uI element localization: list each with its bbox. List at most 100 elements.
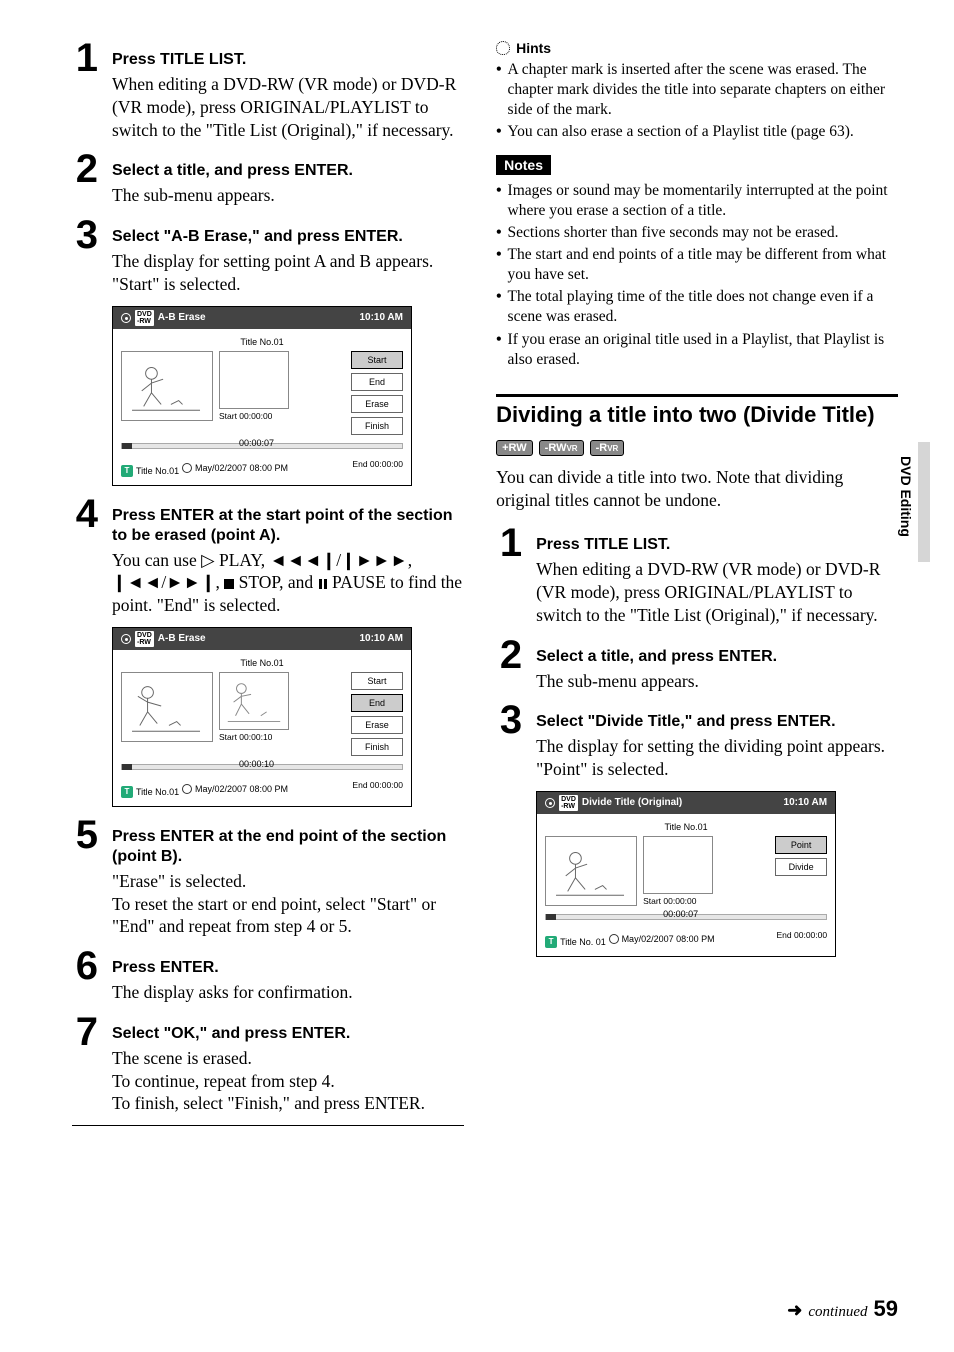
left-column: 1 Press TITLE LIST. When editing a DVD-R… [72, 40, 464, 1126]
step-heading: Press ENTER at the start point of the se… [112, 506, 464, 546]
ss-title-badge-text: Title No.01 [136, 787, 179, 797]
disc-badge-minus-rw-vr: -RWVR [539, 440, 584, 456]
note-item: The start and end points of a title may … [508, 245, 898, 285]
step-heading: Select "Divide Title," and press ENTER. [536, 712, 898, 732]
play-icon: ▷ [201, 550, 214, 570]
ss-header-title: A-B Erase [158, 312, 206, 323]
step-number: 2 [496, 637, 522, 693]
ss-date: May/02/2007 08:00 PM [195, 784, 288, 794]
next-icon: ►►❙ [166, 572, 215, 592]
ss-bar-time: 00:00:07 [663, 909, 698, 919]
disc-icon [121, 313, 131, 323]
continued-label: continued [808, 1304, 867, 1321]
right-column: Hints A chapter mark is inserted after t… [496, 40, 898, 1126]
ss-point-button[interactable]: Point [775, 836, 827, 854]
scan-rev-icon: ◄◄◄❙ [270, 550, 337, 570]
step-2: 2 Select a title, and press ENTER. The s… [72, 151, 464, 207]
ss-end-time: End 00:00:00 [777, 930, 828, 948]
page-number: 59 [874, 1296, 898, 1322]
step-7: 7 Select "OK," and press ENTER. The scen… [72, 1014, 464, 1115]
step-number: 7 [72, 1014, 98, 1115]
stop-icon [224, 579, 234, 589]
title-icon: T [545, 936, 557, 948]
ss-end-time: End 00:00:00 [352, 459, 403, 477]
step-6: 6 Press ENTER. The display asks for conf… [72, 948, 464, 1004]
title-icon: T [121, 786, 133, 798]
step-number: 1 [496, 525, 522, 626]
ss-title-badge-text: Title No.01 [136, 466, 179, 476]
note-item: Sections shorter than five seconds may n… [508, 223, 839, 243]
divide-title-screenshot: DVD-RWDivide Title (Original) 10:10 AM T… [536, 791, 836, 957]
step-number: 3 [72, 217, 98, 296]
ss-date: May/02/2007 08:00 PM [622, 934, 715, 944]
step-text: When editing a DVD-RW (VR mode) or DVD-R… [112, 73, 464, 141]
ss-preview-thumbnail [121, 672, 213, 742]
dvd-rw-badge: DVD-RW [135, 310, 154, 326]
ss-divide-button[interactable]: Divide [775, 858, 827, 876]
step-number: 5 [72, 817, 98, 938]
ss-end-time: End 00:00:00 [352, 780, 403, 798]
ss-start-button[interactable]: Start [351, 351, 403, 369]
ss-erase-button[interactable]: Erase [351, 395, 403, 413]
step-heading: Select a title, and press ENTER. [112, 161, 464, 181]
section-intro: You can divide a title into two. Note th… [496, 466, 898, 512]
step-text: When editing a DVD-RW (VR mode) or DVD-R… [536, 558, 898, 626]
step-heading: Select "OK," and press ENTER. [112, 1024, 464, 1044]
ss-end-button[interactable]: End [351, 694, 403, 712]
note-item: The total playing time of the title does… [508, 287, 898, 327]
ss-finish-button[interactable]: Finish [351, 417, 403, 435]
step-text: The sub-menu appears. [112, 184, 464, 207]
disc-icon [545, 798, 555, 808]
step-text: You can use ▷ PLAY, ◄◄◄❙/❙►►►, ❙◄◄/►►❙, … [112, 549, 464, 617]
ss-preview-thumbnail [545, 836, 637, 906]
step-text: The sub-menu appears. [536, 670, 898, 693]
prev-icon: ❙◄◄ [112, 572, 161, 592]
disc-type-badges: +RW -RWVR -RVR [496, 440, 898, 456]
ss-sub-thumbnail [219, 672, 289, 730]
hint-bulb-icon [496, 41, 510, 55]
hint-item: A chapter mark is inserted after the sce… [508, 60, 898, 120]
title-icon: T [121, 465, 133, 477]
dvd-rw-badge: DVD-RW [135, 631, 154, 647]
hint-item: You can also erase a section of a Playli… [508, 122, 854, 142]
notes-list: Images or sound may be momentarily inter… [496, 181, 898, 370]
step-3: 3 Select "A-B Erase," and press ENTER. T… [72, 217, 464, 296]
note-item: Images or sound may be momentarily inter… [508, 181, 898, 221]
step-text: "Erase" is selected. To reset the start … [112, 870, 464, 938]
step-heading: Press ENTER at the end point of the sect… [112, 827, 464, 867]
ss-title-badge-text: Title No. 01 [560, 937, 606, 947]
pause-icon [318, 579, 328, 589]
step-number: 3 [496, 702, 522, 781]
hints-label: Hints [516, 40, 551, 56]
ss-bar-time: 00:00:10 [239, 759, 274, 769]
right-step-3: 3 Select "Divide Title," and press ENTER… [496, 702, 898, 781]
notes-label: Notes [496, 155, 551, 175]
ss-header-time: 10:10 AM [359, 633, 403, 644]
step-text: The scene is erased. To continue, repeat… [112, 1047, 464, 1115]
ss-finish-button[interactable]: Finish [351, 738, 403, 756]
step-heading: Press ENTER. [112, 958, 464, 978]
ss-preview-thumbnail [121, 351, 213, 421]
ss-start-time: Start 00:00:00 [643, 896, 696, 906]
step-1: 1 Press TITLE LIST. When editing a DVD-R… [72, 40, 464, 141]
section-heading-divide: Dividing a title into two (Divide Title) [496, 394, 898, 428]
step-number: 6 [72, 948, 98, 1004]
right-step-2: 2 Select a title, and press ENTER. The s… [496, 637, 898, 693]
step-text: The display asks for confirmation. [112, 981, 464, 1004]
ss-start-button[interactable]: Start [351, 672, 403, 690]
step-number: 4 [72, 496, 98, 617]
ss-header-time: 10:10 AM [784, 797, 828, 808]
clock-icon [182, 784, 192, 794]
dvd-rw-badge: DVD-RW [559, 795, 578, 811]
right-step-1: 1 Press TITLE LIST. When editing a DVD-R… [496, 525, 898, 626]
step-text: The display for setting point A and B ap… [112, 250, 464, 296]
ss-erase-button[interactable]: Erase [351, 716, 403, 734]
clock-icon [182, 463, 192, 473]
continued-arrow-icon: ➜ [787, 1300, 802, 1321]
scan-fwd-icon: ❙►►► [341, 550, 408, 570]
separator-rule [72, 1125, 464, 1126]
step-5: 5 Press ENTER at the end point of the se… [72, 817, 464, 938]
ss-end-button[interactable]: End [351, 373, 403, 391]
disc-icon [121, 634, 131, 644]
ss-start-time: Start 00:00:10 [219, 732, 272, 742]
